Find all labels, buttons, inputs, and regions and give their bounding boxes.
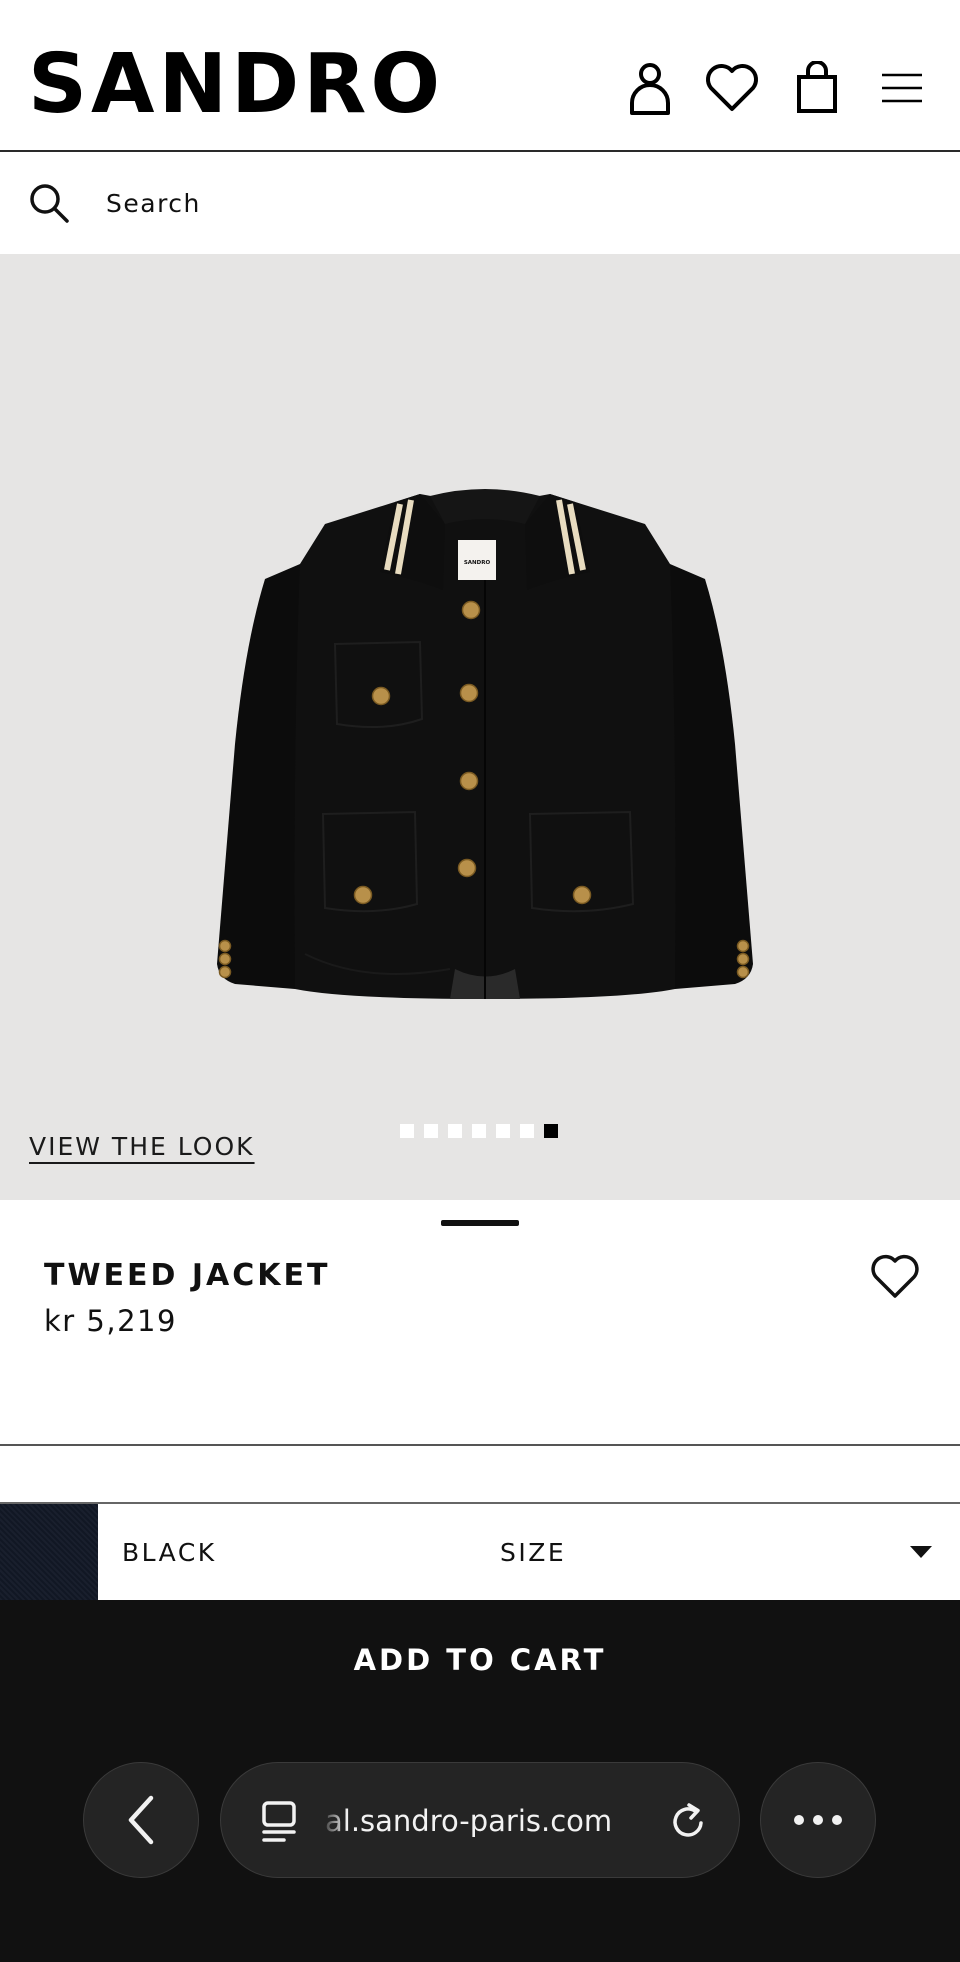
color-swatch[interactable] (0, 1504, 98, 1600)
url-text: al.sandro-paris.com (325, 1804, 613, 1838)
address-bar[interactable]: al.sandro-paris.com (220, 1762, 740, 1878)
site-header: SANDRO (0, 0, 960, 152)
carousel-dot[interactable] (472, 1124, 486, 1138)
product-price: kr 5,219 (44, 1304, 177, 1338)
carousel-indicators (400, 1124, 558, 1138)
add-to-wishlist-heart-icon[interactable] (870, 1252, 920, 1302)
browser-back-button[interactable] (83, 1762, 199, 1878)
browser-more-button[interactable] (760, 1762, 876, 1878)
size-dropdown[interactable]: SIZE (480, 1504, 960, 1600)
neck-label: SANDRO (464, 560, 491, 566)
product-info-sheet: TWEED JACKET kr 5,219 (0, 1200, 960, 1446)
product-image: SANDRO (217, 489, 753, 999)
search-icon[interactable] (28, 182, 70, 224)
product-name: TWEED JACKET (44, 1258, 331, 1293)
heart-icon (706, 64, 758, 111)
tabs-icon[interactable] (257, 1799, 301, 1843)
carousel-dot[interactable] (448, 1124, 462, 1138)
search-input[interactable] (106, 180, 706, 226)
cart-button[interactable] (785, 56, 849, 120)
carousel-dot-active[interactable] (544, 1124, 558, 1138)
carousel-dot[interactable] (496, 1124, 510, 1138)
bag-icon (797, 61, 837, 113)
brand-logo[interactable]: SANDRO (28, 38, 444, 132)
carousel-dot[interactable] (424, 1124, 438, 1138)
account-button[interactable] (618, 56, 682, 120)
color-label: BLACK (122, 1538, 217, 1567)
account-icon (630, 63, 670, 115)
more-dots-icon (794, 1815, 842, 1825)
carousel-dot[interactable] (400, 1124, 414, 1138)
carousel-dot[interactable] (520, 1124, 534, 1138)
caret-down-icon (910, 1546, 932, 1558)
menu-button[interactable] (870, 56, 934, 120)
add-to-cart-button[interactable]: ADD TO CART (0, 1600, 960, 1720)
view-the-look-link[interactable]: VIEW THE LOOK (29, 1132, 255, 1161)
sheet-drag-handle[interactable] (441, 1220, 519, 1226)
wishlist-button[interactable] (700, 56, 764, 120)
product-gallery[interactable]: SANDRO VIEW THE LOOK (0, 254, 960, 1200)
search-bar (0, 152, 960, 254)
reload-icon[interactable] (667, 1801, 709, 1843)
hamburger-icon (882, 73, 922, 103)
variant-selector: BLACK SIZE (0, 1502, 960, 1600)
chevron-left-icon (128, 1795, 154, 1845)
size-label: SIZE (500, 1538, 567, 1567)
bottom-bar: ADD TO CART al.sandro-paris.com (0, 1600, 960, 1962)
